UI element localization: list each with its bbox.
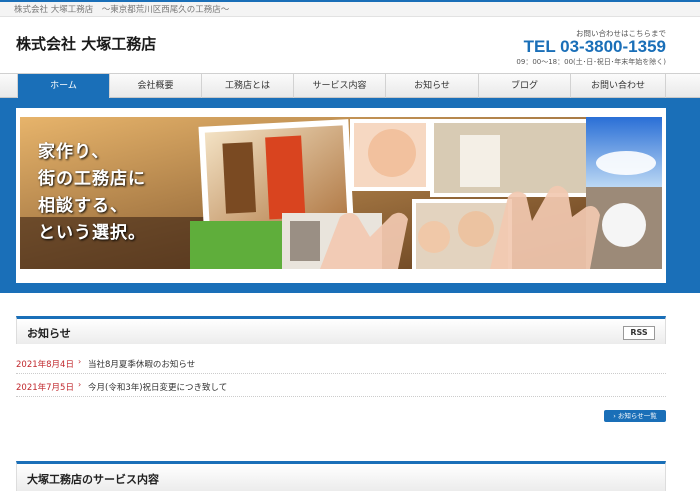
services-section-header: 大塚工務店のサービス内容 — [16, 461, 666, 491]
nav-item-about-builder[interactable]: 工務店とは — [202, 74, 294, 98]
nav-item-contact[interactable]: お問い合わせ — [571, 74, 666, 98]
site-tagline: 株式会社 大塚工務店 ～東京都荒川区西尾久の工務店～ — [14, 5, 230, 15]
nav-item-news[interactable]: お知らせ — [386, 74, 479, 98]
hero-copy: 家作り、 街の工務店に 相談する、 という選択。 — [38, 139, 146, 247]
main-nav: ホーム 会社概要 工務店とは サービス内容 お知らせ ブログ お問い合わせ — [0, 73, 700, 98]
news-item[interactable]: 2021年7月5日 › 今月(令和3年)祝日変更につき致して — [16, 375, 666, 397]
business-hours: 09：00～18：00(土･日･祝日･年末年始を除く) — [516, 58, 666, 66]
news-item[interactable]: 2021年8月4日 › 当社8月夏季休暇のお知らせ — [16, 352, 666, 374]
rss-button[interactable]: RSS — [623, 326, 655, 340]
services-section-title: 大塚工務店のサービス内容 — [27, 473, 159, 486]
phone-number: TEL 03-3800-1359 — [523, 37, 666, 56]
site-title[interactable]: 株式会社 大塚工務店 — [16, 33, 156, 54]
hero-line: という選択。 — [38, 223, 146, 243]
chevron-right-icon: › — [78, 380, 82, 389]
hero-line: 街の工務店に — [38, 169, 146, 189]
news-date: 2021年8月4日 — [16, 360, 74, 370]
news-date: 2021年7月5日 — [16, 383, 74, 393]
hero-line: 家作り、 — [38, 142, 110, 162]
chevron-right-icon: › — [78, 357, 82, 366]
nav-item-home[interactable]: ホーム — [17, 74, 110, 98]
nav-item-services[interactable]: サービス内容 — [294, 74, 386, 98]
nav-item-blog[interactable]: ブログ — [479, 74, 571, 98]
hero-line: 相談する、 — [38, 196, 128, 216]
hero-banner: 家作り、 街の工務店に 相談する、 という選択。 — [20, 117, 662, 269]
news-list-button[interactable]: › お知らせ一覧 — [604, 410, 666, 422]
news-link[interactable]: 今月(令和3年)祝日変更につき致して — [88, 381, 227, 393]
site-header: 株式会社 大塚工務店 お問い合わせはこちらまで TEL 03-3800-1359… — [0, 17, 700, 73]
news-link[interactable]: 当社8月夏季休暇のお知らせ — [88, 358, 195, 370]
news-section-title: お知らせ — [27, 327, 71, 340]
news-section-header: お知らせ RSS — [16, 316, 666, 344]
top-tagline-bar: 株式会社 大塚工務店 ～東京都荒川区西尾久の工務店～ — [0, 0, 700, 17]
nav-item-company[interactable]: 会社概要 — [110, 74, 202, 98]
